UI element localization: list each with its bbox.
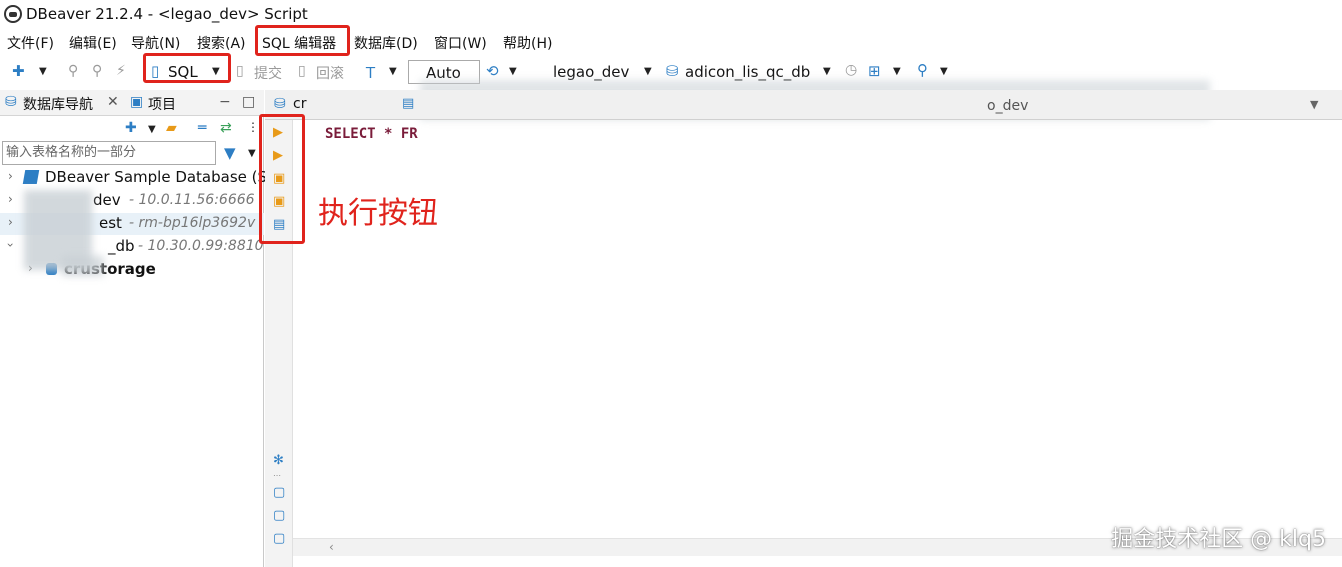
tree-dropdown-icon[interactable]: ▼ bbox=[893, 66, 901, 77]
connect-icon[interactable]: ⚲ bbox=[68, 63, 78, 79]
highlight-execute-buttons bbox=[259, 114, 305, 244]
tree-item-address: - rm-bp16lp3692v bbox=[129, 215, 256, 231]
collapse-all-icon[interactable]: ═ bbox=[198, 120, 206, 136]
rollback-button[interactable]: 回滚 bbox=[316, 63, 344, 83]
annotation-label: 执行按钮 bbox=[318, 196, 438, 231]
link-editor-icon[interactable]: ⇄ bbox=[220, 120, 232, 136]
more-icon: ⋯ bbox=[273, 471, 281, 480]
expand-icon[interactable]: › bbox=[8, 169, 13, 183]
new-connection-icon[interactable]: ✚ bbox=[125, 120, 137, 136]
transaction-dropdown-icon[interactable]: ▼ bbox=[389, 66, 397, 77]
script-icon: ▤ bbox=[402, 96, 415, 111]
projects-tab-icon: ▣ bbox=[130, 94, 144, 110]
database-icon: ⛁ bbox=[666, 62, 679, 80]
clock-icon[interactable]: ◷ bbox=[845, 62, 857, 78]
tree-item-label: _db bbox=[108, 237, 135, 255]
minimize-icon[interactable]: − bbox=[219, 94, 231, 110]
menu-bar: 文件(F) 编辑(E) 导航(N) 搜索(A) SQL 编辑器 数据库(D) 窗… bbox=[0, 30, 1342, 54]
database-icon: ⛁ bbox=[274, 96, 286, 112]
tab-database-navigator[interactable]: 数据库导航 bbox=[23, 94, 93, 114]
active-datasource[interactable]: legao_dev bbox=[553, 63, 629, 81]
tree-item-label: est bbox=[99, 214, 122, 232]
tree-icon[interactable]: ⊞ bbox=[868, 62, 881, 80]
settings-icon[interactable]: ✻ bbox=[273, 453, 284, 468]
redacted-area bbox=[62, 256, 104, 276]
dbeaver-logo-icon bbox=[4, 5, 22, 23]
tree-item-label: DBeaver Sample Database (SQ bbox=[45, 168, 279, 186]
menu-search[interactable]: 搜索(A) bbox=[197, 33, 246, 53]
menu-edit[interactable]: 编辑(E) bbox=[69, 33, 117, 53]
datasource-dropdown-icon[interactable]: ▼ bbox=[644, 66, 652, 77]
table-filter-input[interactable]: 输入表格名称的一部分 bbox=[2, 141, 216, 165]
menu-database[interactable]: 数据库(D) bbox=[354, 33, 418, 53]
editor-tab-label[interactable]: o_dev bbox=[987, 98, 1028, 114]
view-menu-icon[interactable]: ⋮ bbox=[247, 120, 259, 134]
format-icon[interactable]: ▢ bbox=[273, 531, 285, 546]
commit-button[interactable]: 提交 bbox=[254, 63, 282, 83]
menu-file[interactable]: 文件(F) bbox=[7, 33, 54, 53]
tree-item-address: - 10.30.0.99:8810 bbox=[138, 238, 264, 254]
collapse-icon[interactable]: › bbox=[3, 243, 17, 248]
title-bar: DBeaver 21.2.4 - <legao_dev> Script bbox=[0, 0, 1342, 28]
database-icon bbox=[22, 170, 40, 184]
search-dropdown-icon[interactable]: ▼ bbox=[940, 66, 948, 77]
chevron-down-icon[interactable]: ▼ bbox=[39, 66, 47, 77]
highlight-sql-editor-menu bbox=[255, 25, 350, 56]
tab-projects[interactable]: 项目 bbox=[148, 94, 176, 114]
code-line-1[interactable]: SELECT * FR bbox=[325, 126, 418, 142]
filter-dropdown-icon[interactable]: ▼ bbox=[248, 148, 256, 159]
history-dropdown-icon[interactable]: ▼ bbox=[509, 66, 517, 77]
menu-help[interactable]: 帮助(H) bbox=[503, 33, 552, 53]
new-connection-icon[interactable]: ✚ bbox=[12, 62, 25, 80]
close-icon[interactable]: ✕ bbox=[107, 94, 119, 110]
maximize-icon[interactable]: □ bbox=[242, 94, 255, 110]
rollback-icon: ▯ bbox=[298, 63, 306, 79]
menu-navigate[interactable]: 导航(N) bbox=[131, 33, 180, 53]
sql-editor: ⛁ cr ▤ o_dev ▼ ▶ ▶ ▣ ▣ ▤ ✻ ⋯ ▢ ▢ ▢ SELEC… bbox=[265, 90, 1342, 567]
navigator-tabs: ⛁ 数据库导航 ✕ ▣ 项目 − □ bbox=[0, 90, 264, 116]
window-title: DBeaver 21.2.4 - <legao_dev> Script bbox=[26, 5, 308, 23]
highlight-sql-button bbox=[143, 53, 231, 83]
script-delete-icon[interactable]: ▢ bbox=[273, 508, 285, 523]
add-folder-icon[interactable]: ▰ bbox=[166, 120, 177, 136]
filter-icon[interactable]: ▼ bbox=[224, 144, 236, 162]
tree-item-sample-db[interactable]: › DBeaver Sample Database (SQ bbox=[0, 167, 279, 189]
editor-tab-label[interactable]: cr bbox=[293, 96, 306, 112]
commit-icon: ▯ bbox=[236, 63, 244, 79]
expand-icon[interactable]: › bbox=[8, 215, 13, 229]
invalidate-icon[interactable]: ⚡ bbox=[116, 63, 126, 79]
search-icon[interactable]: ⚲ bbox=[917, 61, 928, 79]
tree-item-address: - 10.0.11.56:6666 bbox=[129, 192, 255, 208]
editor-tabs: ⛁ cr ▤ o_dev ▼ bbox=[265, 90, 1342, 120]
schema-dropdown-icon[interactable]: ▼ bbox=[823, 66, 831, 77]
disconnect-icon[interactable]: ⚲ bbox=[92, 63, 102, 79]
export-icon[interactable]: ▢ bbox=[273, 485, 285, 500]
expand-icon[interactable]: › bbox=[8, 192, 13, 206]
database-navigator-panel: ⛁ 数据库导航 ✕ ▣ 项目 − □ ✚ ▼ ▰ ═ ⇄ ⋮ 输入表格名称的一部… bbox=[0, 90, 279, 567]
scroll-left-icon[interactable]: ‹ bbox=[329, 540, 334, 554]
chevron-down-icon[interactable]: ▼ bbox=[148, 124, 156, 135]
watermark: 掘金技术社区 @ klq5 bbox=[1111, 527, 1326, 552]
transaction-mode-icon[interactable]: Ｔ bbox=[363, 62, 378, 83]
tab-list-icon[interactable]: ▼ bbox=[1310, 98, 1318, 111]
history-icon[interactable]: ⟲ bbox=[486, 62, 499, 80]
active-schema[interactable]: adicon_lis_qc_db bbox=[685, 63, 810, 81]
menu-window[interactable]: 窗口(W) bbox=[434, 33, 487, 53]
tree-item-label: dev bbox=[93, 191, 121, 209]
navigator-tab-icon: ⛁ bbox=[5, 94, 17, 110]
